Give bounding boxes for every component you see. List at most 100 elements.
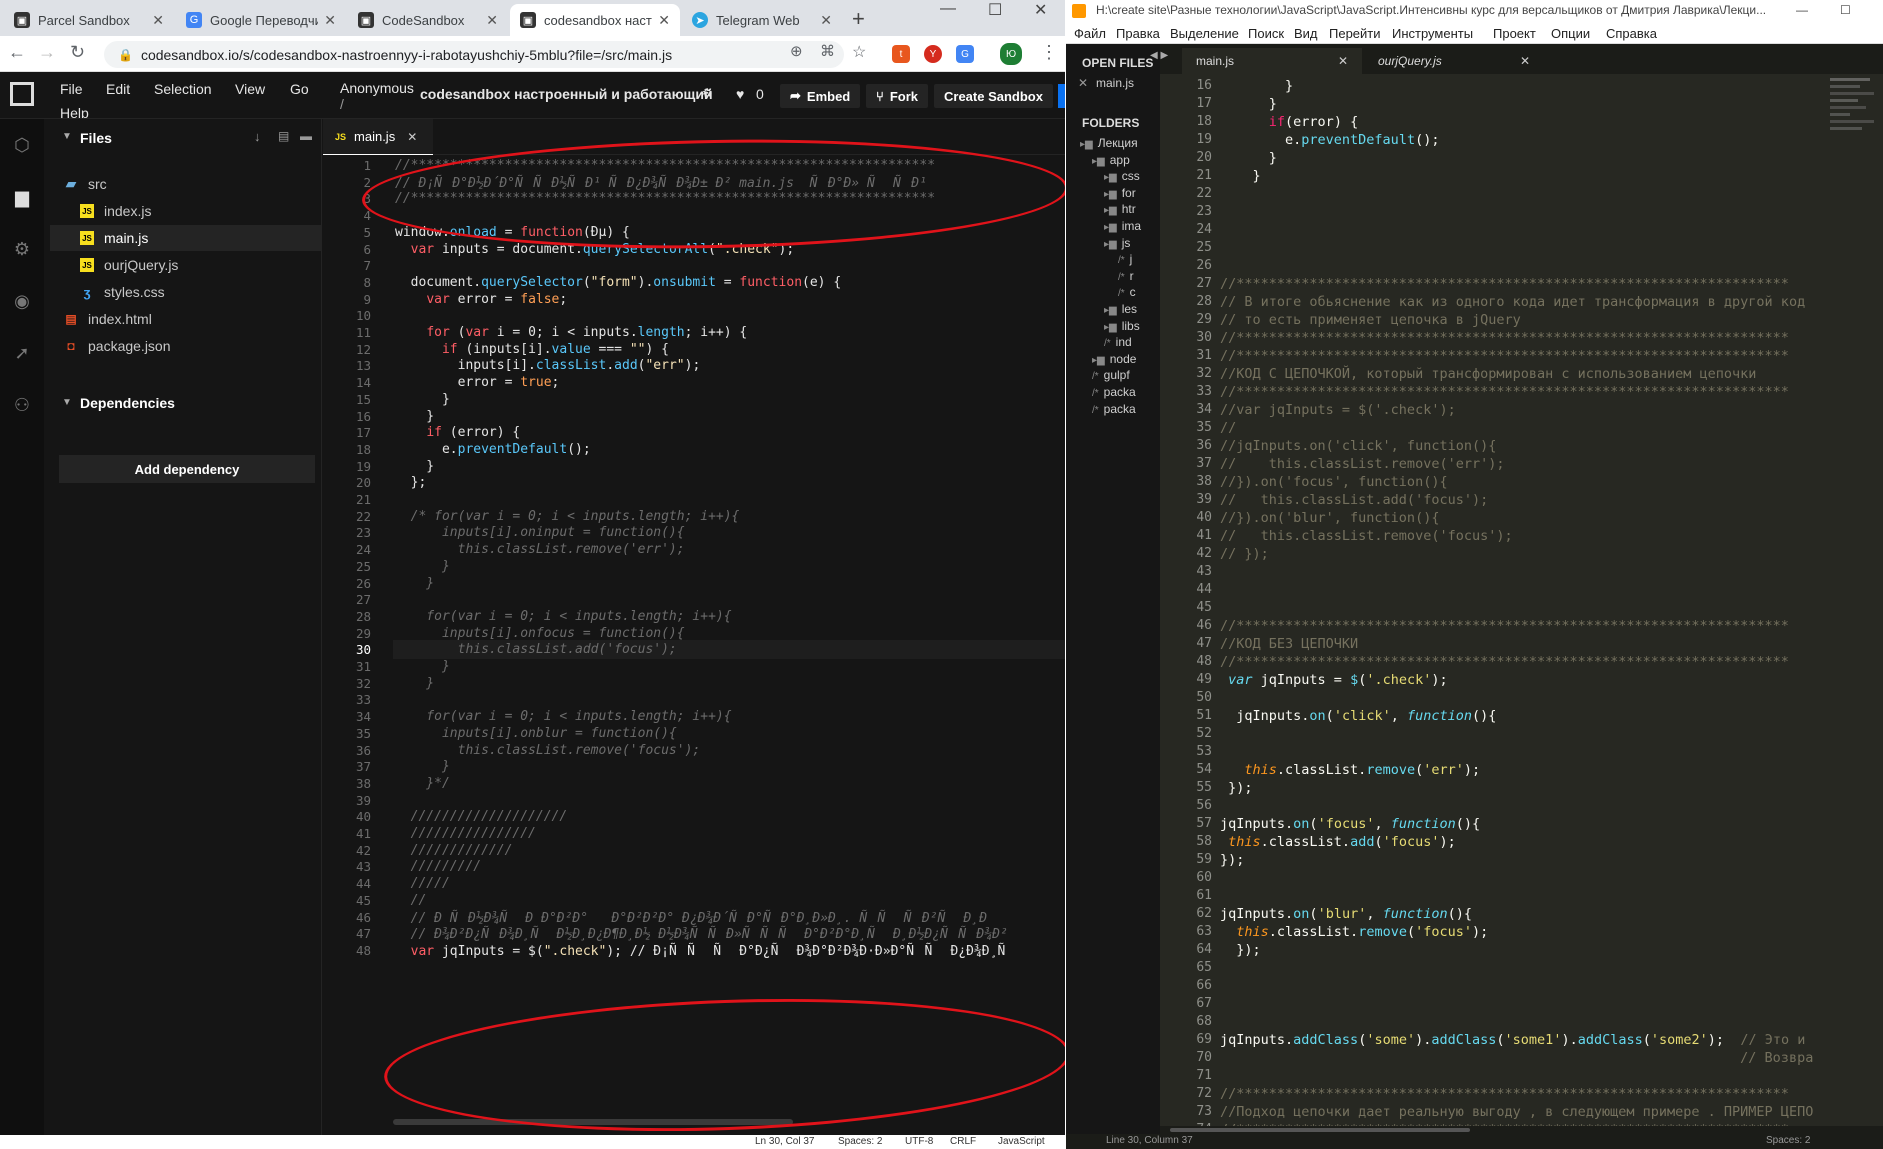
minimap[interactable]	[1826, 74, 1883, 474]
code-line[interactable]: }	[1220, 78, 1293, 94]
code-line[interactable]: // this.classList.remove('err');	[1220, 456, 1504, 472]
code-line[interactable]: //КОД БЕЗ ЦЕПОЧКИ	[1220, 636, 1358, 652]
code-line[interactable]: /* for(var i = 0; i < inputs.length; i++…	[395, 509, 740, 524]
code-line[interactable]: if (inputs[i].value === "") {	[395, 342, 669, 357]
code-line[interactable]: });	[1220, 780, 1252, 796]
file-item[interactable]: /* ind	[1104, 335, 1132, 349]
indentation[interactable]: Spaces: 2	[838, 1136, 882, 1147]
open-file-item[interactable]: main.js	[1096, 76, 1134, 90]
code-line[interactable]: }	[395, 759, 450, 774]
code-line[interactable]: jqInputs.on('focus', function(){	[1220, 816, 1480, 832]
code-line[interactable]: document.querySelector("form").onsubmit …	[395, 275, 842, 290]
new-tab-icon[interactable]: +	[852, 6, 865, 32]
close-tab-icon[interactable]: ✕	[486, 12, 498, 29]
code-line[interactable]: /////////	[395, 859, 481, 874]
browser-tab-active[interactable]: ▣ codesandbox настр ✕	[510, 4, 680, 36]
code-line[interactable]: }	[395, 392, 450, 407]
code-line[interactable]: error = true;	[395, 375, 560, 390]
file-icon[interactable]: ▆	[11, 187, 33, 209]
code-line[interactable]: /////	[395, 876, 450, 891]
tab-nav-icon[interactable]: ◀ ▶	[1150, 50, 1168, 61]
folder-item[interactable]: ▸▆ app	[1092, 153, 1130, 167]
github-icon[interactable]: ◉	[11, 291, 33, 313]
menu-go[interactable]: Go	[290, 81, 309, 97]
code-line[interactable]: var jqInputs = $('.check');	[1220, 672, 1448, 688]
close-tab-icon[interactable]: ✕	[407, 130, 417, 144]
code-line[interactable]: inputs[i].oninput = function(){	[395, 525, 685, 540]
code-line[interactable]: }	[395, 459, 434, 474]
code-line[interactable]: this.classList.remove('focus');	[1220, 924, 1488, 940]
menu-item[interactable]: Файл	[1074, 26, 1106, 41]
menu-help[interactable]: Help	[60, 105, 89, 118]
code-line[interactable]: //}).on('focus', function(){	[1220, 474, 1448, 490]
sandbox-title[interactable]: codesandbox настроенный и работающий	[420, 86, 713, 102]
code-line[interactable]: this.classList.add('focus');	[1220, 834, 1456, 850]
indentation[interactable]: Spaces: 2	[1766, 1135, 1810, 1146]
extension-icon[interactable]: Y	[924, 45, 942, 63]
close-icon[interactable]: ✕	[1078, 76, 1088, 90]
code-line[interactable]: //**************************************…	[1220, 1086, 1789, 1102]
code-line[interactable]: //**************************************…	[1220, 384, 1789, 400]
folder-item[interactable]: ▸▆ css	[1104, 169, 1140, 183]
tree-folder-src[interactable]: ▰ src	[64, 171, 304, 197]
code-line[interactable]: }*/	[395, 776, 450, 791]
browser-tab-telegram[interactable]: ➤ Telegram Web ✕	[682, 4, 842, 36]
sublime-code-editor[interactable]: 16 } 17 } 18 if(error) {19 e.preventDefaul…	[1160, 74, 1883, 1134]
code-line[interactable]: //	[1220, 420, 1236, 436]
rocket-icon[interactable]: ➚	[11, 343, 33, 365]
line-ending[interactable]: CRLF	[950, 1136, 976, 1147]
code-line[interactable]: for(var i = 0; i < inputs.length; i++){	[395, 709, 731, 724]
code-line[interactable]: jqInputs.on('blur', function(){	[1220, 906, 1472, 922]
avatar[interactable]: Ю	[1000, 43, 1022, 65]
code-line[interactable]: //**************************************…	[1220, 618, 1789, 634]
file-item[interactable]: /* gulpf	[1092, 368, 1130, 382]
tree-file-main-js[interactable]: JS main.js	[50, 225, 321, 251]
file-item[interactable]: /* packa	[1092, 385, 1136, 399]
menu-item[interactable]: Выделение	[1170, 26, 1239, 41]
code-line[interactable]: }	[395, 659, 450, 674]
folder-item[interactable]: ▸▆ libs	[1104, 319, 1140, 333]
code-line[interactable]: }	[395, 409, 434, 424]
code-line[interactable]: //**************************************…	[1220, 276, 1789, 292]
code-line[interactable]: ////////////////////	[395, 809, 568, 824]
create-sandbox-button[interactable]: Create Sandbox	[934, 84, 1053, 108]
code-line[interactable]: // В итоге обьяснение как из одного кода…	[1220, 294, 1805, 310]
code-line[interactable]: var error = false;	[395, 292, 567, 307]
code-line[interactable]: // Возвра	[1220, 1050, 1813, 1066]
close-tab-icon[interactable]: ✕	[1520, 54, 1530, 68]
code-line[interactable]: }	[395, 559, 450, 574]
bookmark-star-icon[interactable]: ☆	[852, 42, 866, 62]
code-line[interactable]: if (error) {	[395, 425, 520, 440]
file-item[interactable]: /* packa	[1092, 402, 1136, 416]
cube-icon[interactable]: ⬡	[11, 135, 33, 157]
code-line[interactable]: ////////////////	[395, 826, 536, 841]
code-line[interactable]: //}).on('blur', function(){	[1220, 510, 1439, 526]
file-item[interactable]: /* j	[1118, 252, 1132, 266]
settings-gear-icon[interactable]: ⚙	[702, 86, 713, 100]
cursor-position[interactable]: Ln 30, Col 37	[755, 1136, 815, 1147]
embed-button[interactable]: ➦ Embed	[780, 84, 861, 108]
code-line[interactable]: // то есть применяет цепочка в jQuery	[1220, 312, 1521, 328]
folder-item[interactable]: ▸▆ les	[1104, 302, 1137, 316]
browser-tab-parcel[interactable]: ▣ Parcel Sandbox ✕	[4, 4, 174, 36]
code-line[interactable]: //**************************************…	[1220, 654, 1789, 670]
more-menu-icon[interactable]: ⋮	[1040, 42, 1058, 63]
code-line[interactable]: //**************************************…	[1220, 348, 1789, 364]
menu-item[interactable]: Опции	[1551, 26, 1590, 41]
code-line[interactable]: for(var i = 0; i < inputs.length; i++){	[395, 609, 731, 624]
code-line[interactable]: // this.classList.add('focus');	[1220, 492, 1488, 508]
menu-item[interactable]: Поиск	[1248, 26, 1284, 41]
code-line[interactable]: jqInputs.addClass('some').addClass('some…	[1220, 1032, 1813, 1048]
heart-icon[interactable]: ♥	[736, 86, 744, 102]
code-line[interactable]: // Ð¾Ð²Ð¿ÑÐ¾Ð¸Ñ Ð½Ð¸Ð¿Ð¶Ð¸Ð½ Ð½Ð¾ÑÑÐ…	[395, 926, 1008, 943]
folder-item[interactable]: ▸▆ for	[1104, 186, 1136, 200]
code-line[interactable]: });	[1220, 852, 1244, 868]
folder-item[interactable]: ▸▆ Лекция	[1080, 136, 1138, 150]
menu-edit[interactable]: Edit	[106, 81, 130, 97]
code-line[interactable]: this.classList.add('focus');	[395, 642, 677, 657]
code-line[interactable]: if(error) {	[1220, 114, 1358, 130]
url-field[interactable]: 🔒 codesandbox.io/s/codesandbox-nastroenn…	[104, 41, 844, 68]
code-line[interactable]: // this.classList.remove('focus');	[1220, 528, 1513, 544]
folder-item[interactable]: ▸▆ js	[1104, 236, 1130, 250]
download-icon[interactable]: ↓	[254, 129, 261, 144]
